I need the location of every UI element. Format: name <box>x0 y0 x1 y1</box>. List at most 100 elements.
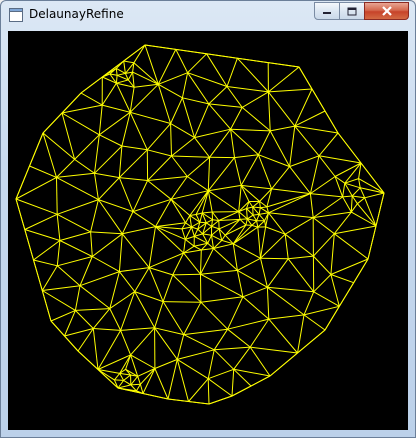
mesh-edge <box>211 225 220 230</box>
mesh-edge <box>313 211 352 219</box>
mesh-edge <box>115 82 131 113</box>
mesh-edge <box>119 177 148 181</box>
mesh-edge <box>176 334 185 360</box>
minimize-button[interactable] <box>314 2 340 20</box>
mesh-edge <box>93 328 121 331</box>
mesh-edge <box>200 248 214 275</box>
mesh-edge <box>15 176 57 200</box>
mesh-edge <box>94 173 99 200</box>
mesh-edge <box>230 128 271 132</box>
mesh-edge <box>330 274 354 284</box>
mesh-edge <box>61 112 76 160</box>
mesh-edge <box>118 177 134 212</box>
mesh-edge <box>214 346 251 351</box>
mesh-edge <box>170 97 183 124</box>
mesh-edge <box>259 201 261 208</box>
mesh-edge <box>183 334 215 351</box>
mesh-edge <box>130 383 141 386</box>
mesh-edge <box>294 125 320 157</box>
mesh-edge <box>148 226 156 268</box>
mesh-edge <box>230 107 243 130</box>
mesh-edge <box>162 301 185 335</box>
mesh-edge <box>171 155 210 158</box>
mesh-edge <box>206 219 213 224</box>
mesh-edge <box>233 346 251 370</box>
mesh-edge <box>123 60 134 64</box>
mesh-edge <box>186 156 210 177</box>
mesh-edge <box>240 154 259 186</box>
title-bar[interactable]: DelaunayRefine <box>1 1 415 31</box>
mesh-edge <box>269 130 291 167</box>
mesh-edge <box>119 267 150 273</box>
mesh-edge <box>237 57 269 93</box>
mesh-edge <box>268 88 313 93</box>
mesh-edge <box>211 211 220 221</box>
mesh-edge <box>242 286 268 298</box>
mesh-edge <box>208 86 228 105</box>
mesh-edge <box>351 187 361 197</box>
mesh-edge <box>183 301 202 335</box>
delaunay-mesh <box>15 44 385 405</box>
mesh-edge <box>352 195 365 199</box>
mesh-edge <box>121 211 134 235</box>
mesh-edge <box>123 60 126 74</box>
mesh-edge <box>288 255 314 260</box>
mesh-edge <box>364 197 377 227</box>
mesh-edge <box>170 123 172 157</box>
mesh-edge <box>56 265 81 287</box>
mesh-edge <box>350 195 353 213</box>
mesh-edge <box>119 373 125 381</box>
mesh-edge <box>289 166 311 194</box>
mesh-edge <box>330 233 335 275</box>
mesh-edge <box>289 155 320 168</box>
mesh-edge <box>226 86 243 108</box>
mesh-edge <box>241 184 272 190</box>
mesh-edge <box>42 132 57 178</box>
mesh-edge <box>351 211 377 227</box>
mesh-edge <box>260 258 268 288</box>
mesh-edge <box>318 155 336 177</box>
mesh-edge <box>358 178 385 194</box>
mesh-edge <box>313 291 340 307</box>
mesh-edge <box>330 274 340 307</box>
mesh-edge <box>185 215 191 224</box>
mesh-edge <box>287 258 315 293</box>
mesh-edge <box>309 155 320 194</box>
mesh-edge <box>303 314 326 331</box>
drawing-canvas[interactable] <box>8 31 408 430</box>
mesh-edge <box>97 330 122 370</box>
mesh-edge <box>172 273 201 276</box>
mesh-edge <box>202 211 213 214</box>
mesh-edge <box>56 159 75 178</box>
mesh-edge <box>122 226 156 235</box>
mesh-edge <box>342 183 346 197</box>
mesh-edge <box>231 369 235 397</box>
mesh-edge <box>146 123 171 151</box>
mesh-edge <box>157 49 177 85</box>
mesh-edge <box>211 228 220 236</box>
mesh-edge <box>118 233 123 272</box>
mesh-edge <box>207 235 212 244</box>
mesh-edge <box>57 199 99 215</box>
maximize-button[interactable] <box>339 2 365 20</box>
mesh-edge <box>312 217 335 235</box>
mesh-edge <box>59 240 93 257</box>
mesh-edge <box>342 196 352 213</box>
mesh-edge <box>268 212 314 219</box>
mesh-edge <box>130 327 155 356</box>
mesh-edge <box>250 346 298 354</box>
mesh-edge <box>154 301 164 328</box>
mesh-edge <box>364 192 385 199</box>
mesh-edge <box>242 296 270 320</box>
mesh-edge <box>42 285 81 291</box>
mesh-edge <box>97 354 131 370</box>
mesh-edge <box>200 269 238 275</box>
mesh-edge <box>140 368 156 385</box>
mesh-edge <box>359 187 366 199</box>
mesh-edge <box>200 296 243 303</box>
close-button[interactable] <box>364 2 409 20</box>
mesh-edge <box>132 211 156 228</box>
caption-buttons <box>314 2 409 21</box>
mesh-edge <box>187 176 209 192</box>
mesh-edge <box>258 214 265 222</box>
